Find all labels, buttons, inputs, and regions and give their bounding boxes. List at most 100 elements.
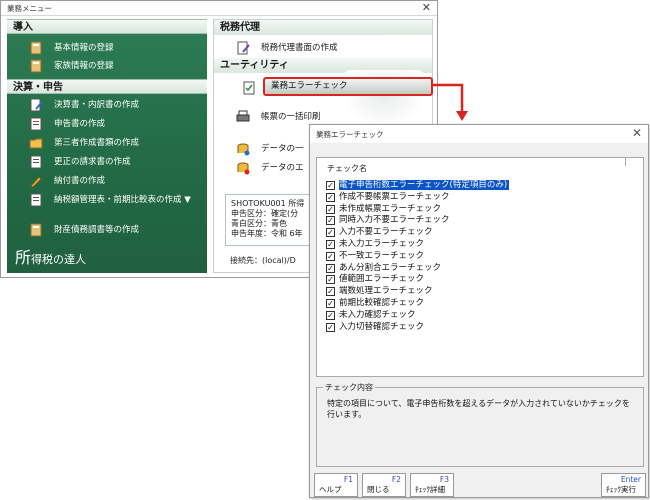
check-item[interactable]: ✓ あん分割合エラーチェック bbox=[326, 263, 626, 275]
checkbox[interactable]: ✓ bbox=[326, 216, 335, 226]
check-item-label: 未入力確認チェック bbox=[339, 309, 416, 320]
check-mark-icon: ✓ bbox=[327, 310, 334, 320]
check-item[interactable]: ✓ 作成不要帳票エラーチェック bbox=[326, 192, 626, 204]
fkey-label: ﾁｪｯｸ詳細 bbox=[415, 485, 445, 494]
main-close-icon[interactable]: ✕ bbox=[422, 1, 431, 14]
checkbox[interactable]: ✓ bbox=[326, 263, 335, 273]
menu-item-label: 更正の請求書の作成 bbox=[54, 157, 131, 167]
check-mark-icon: ✓ bbox=[327, 251, 334, 261]
check-item[interactable]: ✓ 前期比較確認チェック bbox=[326, 298, 626, 310]
check-item[interactable]: ✓ 未作成帳票エラーチェック bbox=[326, 204, 626, 216]
dialog-close-icon[interactable]: ✕ bbox=[632, 126, 642, 140]
printer-icon bbox=[236, 110, 250, 124]
help-button[interactable]: F1 ヘルプ bbox=[314, 473, 358, 497]
fkey-code: F3 bbox=[439, 475, 449, 484]
menu-item-tax-management-table[interactable]: 納税額管理表・前期比較表の作成 ▼ bbox=[7, 191, 207, 209]
check-item[interactable]: ✓ 同時入力不要エラーチェック bbox=[326, 215, 626, 227]
business-error-check-button[interactable]: 業務エラーチェック bbox=[263, 77, 433, 96]
menu-item-tax-return[interactable]: 申告書の作成 bbox=[7, 115, 207, 133]
check-item[interactable]: ✓ 電子申告桁数エラーチェック(特定項目のみ) bbox=[326, 180, 626, 192]
menu-item-tax-agent-document[interactable]: 税務代理書面の作成 bbox=[214, 39, 432, 57]
check-item-label: 値範囲エラーチェック bbox=[339, 274, 425, 285]
book-icon bbox=[29, 41, 43, 55]
check-mark-icon: ✓ bbox=[327, 192, 334, 202]
menu-item-label: 基本情報の登録 bbox=[54, 43, 114, 53]
menu-item-label: 納税額管理表・前期比較表の作成 ▼ bbox=[54, 195, 191, 205]
check-item-label: あん分割合エラーチェック bbox=[339, 262, 442, 273]
menu-item-correction-request[interactable]: 更正の請求書の作成 bbox=[7, 153, 207, 171]
check-list-box: チェック名 ✓ 電子申告桁数エラーチェック(特定項目のみ) ✓ 作成不要帳票エラーチ… bbox=[316, 157, 644, 377]
menu-item-label: 納付書の作成 bbox=[54, 176, 106, 186]
document-pen-icon bbox=[29, 98, 43, 112]
main-window-title: 業務メニュー bbox=[7, 4, 52, 13]
menu-item-label: データの一 bbox=[261, 144, 304, 154]
check-item[interactable]: ✓ 不一致エラーチェック bbox=[326, 251, 626, 263]
check-mark-icon: ✓ bbox=[327, 204, 334, 214]
menu-item-family-info[interactable]: 家族情報の登録 bbox=[7, 57, 207, 75]
check-item-label: 作成不要帳票エラーチェック bbox=[339, 191, 450, 202]
close-button[interactable]: F2 閉じる bbox=[362, 473, 406, 497]
menu-item-label: 帳票の一括印刷 bbox=[261, 112, 321, 122]
menu-item-basic-info[interactable]: 基本情報の登録 bbox=[7, 39, 207, 57]
database-icon bbox=[236, 142, 250, 156]
menu-item-label: 第三者作成書類の作成 bbox=[54, 138, 140, 148]
pen-icon bbox=[29, 174, 43, 188]
fkey-code: Enter bbox=[620, 475, 641, 484]
list-header: チェック名 bbox=[325, 163, 369, 174]
checkbox[interactable]: ✓ bbox=[326, 181, 335, 190]
check-item-label: 入力切替確認チェック bbox=[339, 321, 425, 332]
check-item-label: 入力不要エラーチェック bbox=[339, 227, 433, 238]
book-icon bbox=[29, 223, 43, 237]
check-content-label: チェック内容 bbox=[323, 382, 375, 393]
check-item[interactable]: ✓ 入力不要エラーチェック bbox=[326, 227, 626, 239]
check-item-label: 前期比較確認チェック bbox=[339, 297, 425, 308]
check-item[interactable]: ✓ 端数処理エラーチェック bbox=[326, 286, 626, 298]
check-content-box: チェック内容 特定の項目について、電子申告桁数を超えるデータが入力されていないか… bbox=[316, 382, 644, 467]
checkbox[interactable]: ✓ bbox=[326, 275, 335, 285]
check-mark-icon: ✓ bbox=[327, 275, 334, 285]
checkbox[interactable]: ✓ bbox=[326, 204, 335, 214]
connection-info: 接続先：(local)/D bbox=[230, 256, 296, 265]
menu-item-label: 家族情報の登録 bbox=[54, 61, 114, 71]
check-mark-icon: ✓ bbox=[327, 263, 334, 273]
check-item[interactable]: ✓ 未入力エラーチェック bbox=[326, 239, 626, 251]
fkey-code: F1 bbox=[343, 475, 353, 484]
checkbox[interactable]: ✓ bbox=[326, 298, 335, 308]
check-content-text: 特定の項目について、電子申告桁数を超えるデータが入力されていないかチェックを行い… bbox=[327, 399, 630, 419]
fkey-label: 閉じる bbox=[367, 485, 390, 494]
document-pen-icon bbox=[236, 41, 250, 55]
function-key-bar: F1 ヘルプ F2 閉じる F3 ﾁｪｯｸ詳細 Enter ﾁｪｯｸ実行 bbox=[314, 473, 646, 497]
menu-item-label: 財産債務調書等の作成 bbox=[54, 225, 140, 235]
document-icon bbox=[29, 117, 43, 131]
check-item-label: 同時入力不要エラーチェック bbox=[339, 215, 450, 226]
dialog-title: 業務エラーチェック bbox=[316, 130, 384, 139]
database-icon bbox=[236, 161, 250, 175]
checkbox[interactable]: ✓ bbox=[326, 251, 335, 261]
checkbox[interactable]: ✓ bbox=[326, 228, 335, 238]
check-detail-button[interactable]: F3 ﾁｪｯｸ詳細 bbox=[410, 473, 454, 497]
check-item[interactable]: ✓ 値範囲エラーチェック bbox=[326, 274, 626, 286]
fkey-code: F2 bbox=[391, 475, 401, 484]
checkbox[interactable]: ✓ bbox=[326, 322, 335, 332]
checkbox[interactable]: ✓ bbox=[326, 192, 335, 202]
check-mark-icon: ✓ bbox=[327, 181, 334, 190]
menu-item-asset-debt-report[interactable]: 財産債務調書等の作成 bbox=[7, 221, 207, 239]
check-item-label: 電子申告桁数エラーチェック(特定項目のみ) bbox=[339, 180, 510, 190]
check-mark-icon: ✓ bbox=[327, 228, 334, 238]
checkbox[interactable]: ✓ bbox=[326, 239, 335, 249]
check-mark-icon: ✓ bbox=[327, 239, 334, 249]
section-settlement: 決算・申告 bbox=[7, 79, 207, 94]
check-mark-icon: ✓ bbox=[327, 298, 334, 308]
check-item[interactable]: ✓ 入力切替確認チェック bbox=[326, 322, 626, 334]
menu-item-third-party-docs[interactable]: 第三者作成書類の作成 bbox=[7, 134, 207, 152]
menu-item-label: データのエ bbox=[261, 163, 304, 173]
check-item[interactable]: ✓ 未入力確認チェック bbox=[326, 310, 626, 322]
checkbox[interactable]: ✓ bbox=[326, 287, 335, 297]
menu-item-financial-statements[interactable]: 決算書・内訳書の作成 bbox=[7, 96, 207, 114]
checkbox[interactable]: ✓ bbox=[326, 310, 335, 320]
document-icon bbox=[29, 193, 43, 207]
error-check-dialog: 業務エラーチェック ✕ チェック名 ✓ 電子申告桁数エラーチェック(特定項目のみ)… bbox=[309, 124, 649, 498]
run-check-button[interactable]: Enter ﾁｪｯｸ実行 bbox=[601, 473, 646, 497]
menu-item-payment-slip[interactable]: 納付書の作成 bbox=[7, 172, 207, 190]
left-menu-panel: 導入 基本情報の登録 家族情報の登録 決算・申告 決算書・内訳書の作成 申告書の… bbox=[7, 19, 207, 273]
